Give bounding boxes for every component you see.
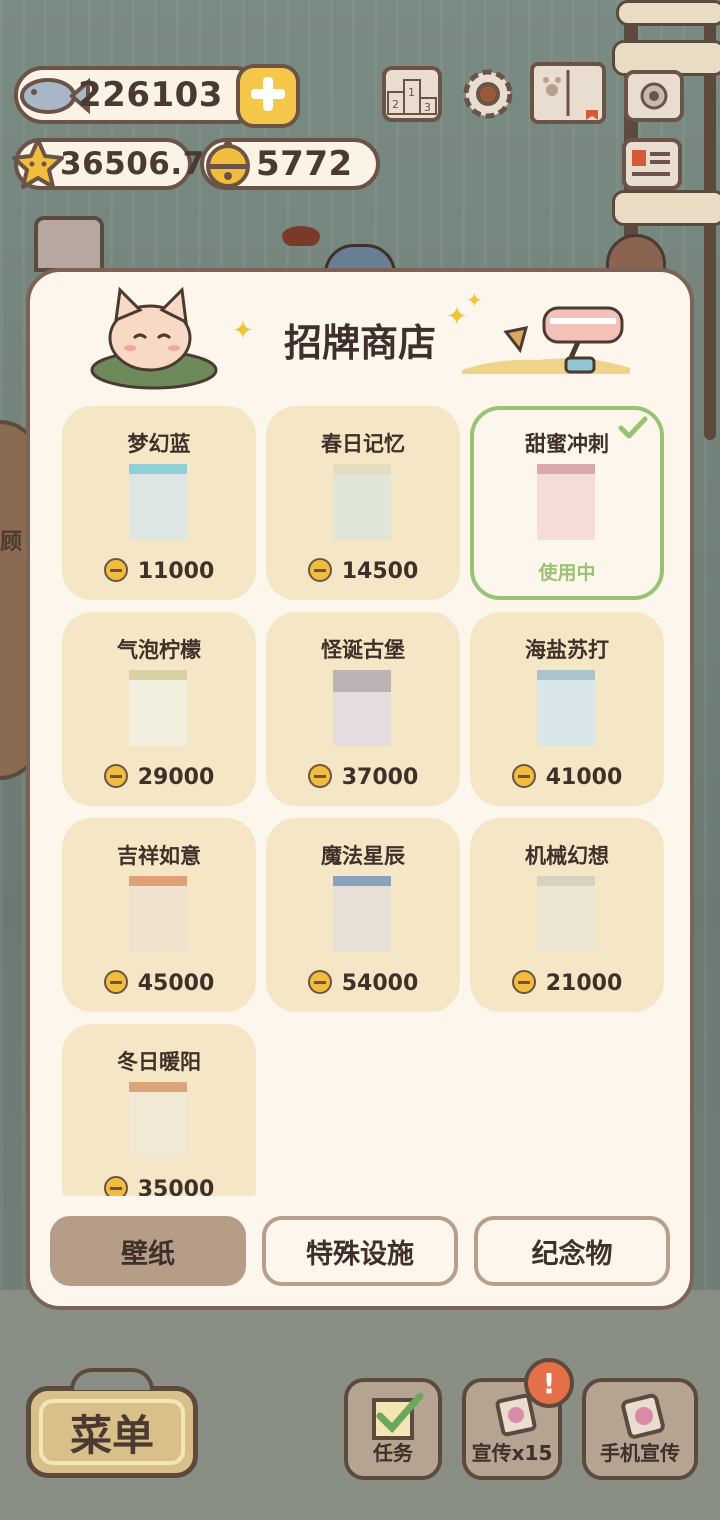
background-shop-roof bbox=[34, 216, 104, 272]
camera-icon bbox=[628, 82, 680, 122]
background-bowl bbox=[282, 226, 320, 246]
wallpaper-card-4[interactable]: 气泡柠檬 29000 bbox=[62, 612, 256, 806]
star-currency-pill: 36506.7 bbox=[12, 138, 204, 190]
bell-icon bbox=[307, 558, 332, 582]
wallpaper-thumbnail bbox=[129, 1082, 187, 1158]
settings-button[interactable] bbox=[458, 64, 518, 124]
bell-icon bbox=[511, 764, 536, 788]
bell-amount: 5772 bbox=[256, 144, 353, 184]
ranking-button[interactable]: 213 bbox=[382, 66, 442, 122]
fish-amount: 226103 bbox=[78, 75, 223, 115]
id-card-icon bbox=[626, 150, 678, 190]
alert-badge: ! bbox=[524, 1358, 574, 1408]
wallpaper-name: 气泡柠檬 bbox=[117, 638, 201, 662]
menu-label: 菜单 bbox=[69, 1410, 154, 1460]
wallpaper-thumbnail bbox=[333, 464, 391, 540]
bell-icon bbox=[511, 970, 536, 994]
wallpaper-price: 54000 bbox=[266, 970, 460, 996]
task-button[interactable]: 任务 bbox=[344, 1378, 442, 1480]
wallpaper-name: 魔法星辰 bbox=[321, 844, 405, 868]
svg-text:3: 3 bbox=[424, 101, 431, 114]
star-icon bbox=[10, 136, 66, 196]
gear-icon bbox=[458, 69, 518, 128]
in-use-label: 使用中 bbox=[538, 562, 596, 584]
wallpaper-card-1[interactable]: 梦幻蓝 11000 bbox=[62, 406, 256, 600]
wallpaper-card-5[interactable]: 怪诞古堡 37000 bbox=[266, 612, 460, 806]
wallpaper-name: 机械幻想 bbox=[525, 844, 609, 868]
bell-icon bbox=[103, 764, 128, 788]
podium-icon: 213 bbox=[386, 79, 438, 122]
tab-special-facilities[interactable]: 特殊设施 bbox=[262, 1216, 458, 1286]
sign-shop-panel: ✦ 招牌商店 ✦ ✦ 梦幻蓝 11000 春日记忆 14500 甜蜜冲刺 使用中… bbox=[26, 268, 694, 1310]
wallpaper-thumbnail bbox=[537, 464, 595, 540]
wallpaper-name: 冬日暖阳 bbox=[117, 1050, 201, 1074]
tab-wallpaper[interactable]: 壁纸 bbox=[50, 1216, 246, 1286]
wallpaper-grid[interactable]: 梦幻蓝 11000 春日记忆 14500 甜蜜冲刺 使用中 气泡柠檬 29000… bbox=[62, 406, 668, 1196]
wallpaper-card-8[interactable]: 魔法星辰 54000 bbox=[266, 818, 460, 1012]
wallpaper-price: 29000 bbox=[62, 764, 256, 790]
book-icon bbox=[534, 70, 602, 124]
wallpaper-card-9[interactable]: 机械幻想 21000 bbox=[470, 818, 664, 1012]
wallpaper-card-6[interactable]: 海盐苏打 41000 bbox=[470, 612, 664, 806]
wallpaper-name: 海盐苏打 bbox=[525, 638, 609, 662]
bell-icon bbox=[307, 764, 332, 788]
wallpaper-price: 35000 bbox=[62, 1176, 256, 1196]
profile-card-button[interactable] bbox=[622, 138, 682, 190]
add-currency-button[interactable] bbox=[236, 64, 300, 128]
camera-button[interactable] bbox=[624, 70, 684, 122]
bell-icon bbox=[200, 136, 256, 196]
tab-souvenirs[interactable]: 纪念物 bbox=[474, 1216, 670, 1286]
wallpaper-thumbnail bbox=[129, 876, 187, 952]
bell-icon bbox=[103, 558, 128, 582]
wallpaper-card-3[interactable]: 甜蜜冲刺 使用中 bbox=[470, 406, 664, 600]
wallpaper-card-7[interactable]: 吉祥如意 45000 bbox=[62, 818, 256, 1012]
bell-icon bbox=[103, 1176, 128, 1196]
wallpaper-card-10[interactable]: 冬日暖阳 35000 bbox=[62, 1024, 256, 1196]
svg-text:1: 1 bbox=[408, 86, 415, 99]
wallpaper-thumbnail bbox=[537, 670, 595, 746]
wallpaper-name: 吉祥如意 bbox=[117, 844, 201, 868]
promote-label: 宣传x15 bbox=[471, 1441, 553, 1465]
shelf-board bbox=[616, 0, 720, 26]
wallpaper-price: 41000 bbox=[470, 764, 664, 790]
wallpaper-thumbnail bbox=[333, 670, 391, 746]
checkmark-icon bbox=[618, 416, 648, 444]
wallpaper-thumbnail bbox=[333, 876, 391, 952]
wallpaper-name: 春日记忆 bbox=[321, 432, 405, 456]
plus-icon bbox=[248, 74, 288, 118]
exclamation-icon: ! bbox=[542, 1366, 556, 1400]
shelf-board bbox=[612, 190, 720, 226]
star-amount: 36506.7 bbox=[60, 146, 205, 182]
bell-icon bbox=[103, 970, 128, 994]
wallpaper-price: 37000 bbox=[266, 764, 460, 790]
svg-text:2: 2 bbox=[392, 98, 399, 111]
wallpaper-thumbnail bbox=[537, 876, 595, 952]
wallpaper-thumbnail bbox=[129, 670, 187, 746]
bell-icon bbox=[307, 970, 332, 994]
menu-hanger-icon bbox=[70, 1368, 154, 1390]
wallpaper-thumbnail bbox=[129, 464, 187, 540]
paint-roller-icon bbox=[458, 298, 638, 382]
wallpaper-price: 14500 bbox=[266, 558, 460, 584]
catalog-button[interactable] bbox=[530, 62, 606, 124]
fish-currency-pill: 226103 bbox=[14, 66, 264, 124]
wallpaper-name: 梦幻蓝 bbox=[127, 432, 191, 456]
wallpaper-name: 怪诞古堡 bbox=[321, 638, 405, 662]
wallpaper-price: 11000 bbox=[62, 558, 256, 584]
wallpaper-price: 21000 bbox=[470, 970, 664, 996]
bell-currency-pill: 5772 bbox=[200, 138, 380, 190]
task-label: 任务 bbox=[373, 1441, 413, 1465]
phone-promote-label: 手机宣传 bbox=[600, 1441, 680, 1465]
wallpaper-price: 45000 bbox=[62, 970, 256, 996]
background-sign-text: 顾 bbox=[0, 530, 23, 555]
menu-button[interactable]: 菜单 bbox=[26, 1386, 198, 1478]
wallpaper-card-2[interactable]: 春日记忆 14500 bbox=[266, 406, 460, 600]
phone-promote-button[interactable]: 手机宣传 bbox=[582, 1378, 698, 1480]
